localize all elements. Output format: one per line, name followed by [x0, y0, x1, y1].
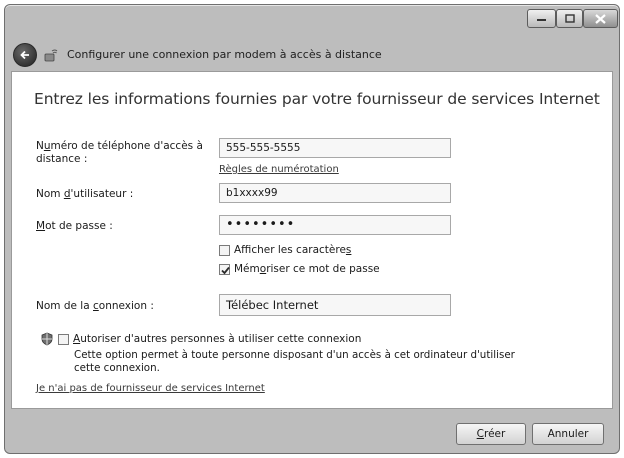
allow-others-description: Cette option permet à toute personne dis…: [74, 349, 515, 374]
connection-name-input[interactable]: Télébec Internet: [219, 294, 451, 316]
window-title: Configurer une connexion par modem à acc…: [67, 48, 382, 61]
close-button[interactable]: [583, 9, 618, 28]
title-bar: [5, 5, 619, 37]
maximize-button[interactable]: [556, 9, 583, 28]
checkmark-icon: [221, 266, 230, 274]
minimize-icon: [537, 18, 546, 21]
checkbox-box: [219, 244, 230, 256]
dialing-rules-link[interactable]: Règles de numérotation: [219, 164, 339, 175]
checkbox-box: [219, 263, 230, 275]
no-isp-link[interactable]: Je n'ai pas de fournisseur de services I…: [36, 383, 265, 394]
phone-label: Numéro de téléphone d'accès à distance :: [36, 140, 203, 165]
allow-others-checkbox[interactable]: Autoriser d'autres personnes à utiliser …: [58, 333, 361, 345]
maximize-icon: [564, 14, 575, 23]
checkbox-box: [58, 333, 69, 345]
button-bar: Créer Annuler: [5, 411, 619, 453]
minimize-button[interactable]: [527, 9, 556, 28]
password-label: Mot de passe :: [36, 220, 113, 232]
username-label: Nom d'utilisateur :: [36, 188, 134, 200]
shield-icon: [41, 332, 53, 346]
create-button[interactable]: Créer: [456, 423, 526, 445]
page-heading: Entrez les informations fournies par vot…: [34, 90, 600, 108]
connection-name-label: Nom de la connexion :: [36, 300, 154, 312]
main-content: Entrez les informations fournies par vot…: [11, 71, 613, 409]
password-input[interactable]: ••••••••: [219, 215, 451, 235]
navigation-bar: Configurer une connexion par modem à acc…: [11, 39, 611, 69]
back-button[interactable]: [13, 43, 37, 67]
back-arrow-icon: [20, 50, 29, 60]
phone-network-icon: [44, 49, 58, 62]
phone-number-input[interactable]: 555-555-5555: [219, 138, 451, 158]
close-icon: [595, 13, 606, 24]
cancel-button[interactable]: Annuler: [532, 423, 604, 445]
show-characters-checkbox[interactable]: Afficher les caractère s: [219, 244, 351, 256]
username-input[interactable]: b1xxxx99: [219, 183, 451, 203]
remember-password-checkbox[interactable]: Mém o riser ce mot de passe: [219, 263, 380, 275]
dialog-window: Configurer une connexion par modem à acc…: [4, 4, 620, 454]
